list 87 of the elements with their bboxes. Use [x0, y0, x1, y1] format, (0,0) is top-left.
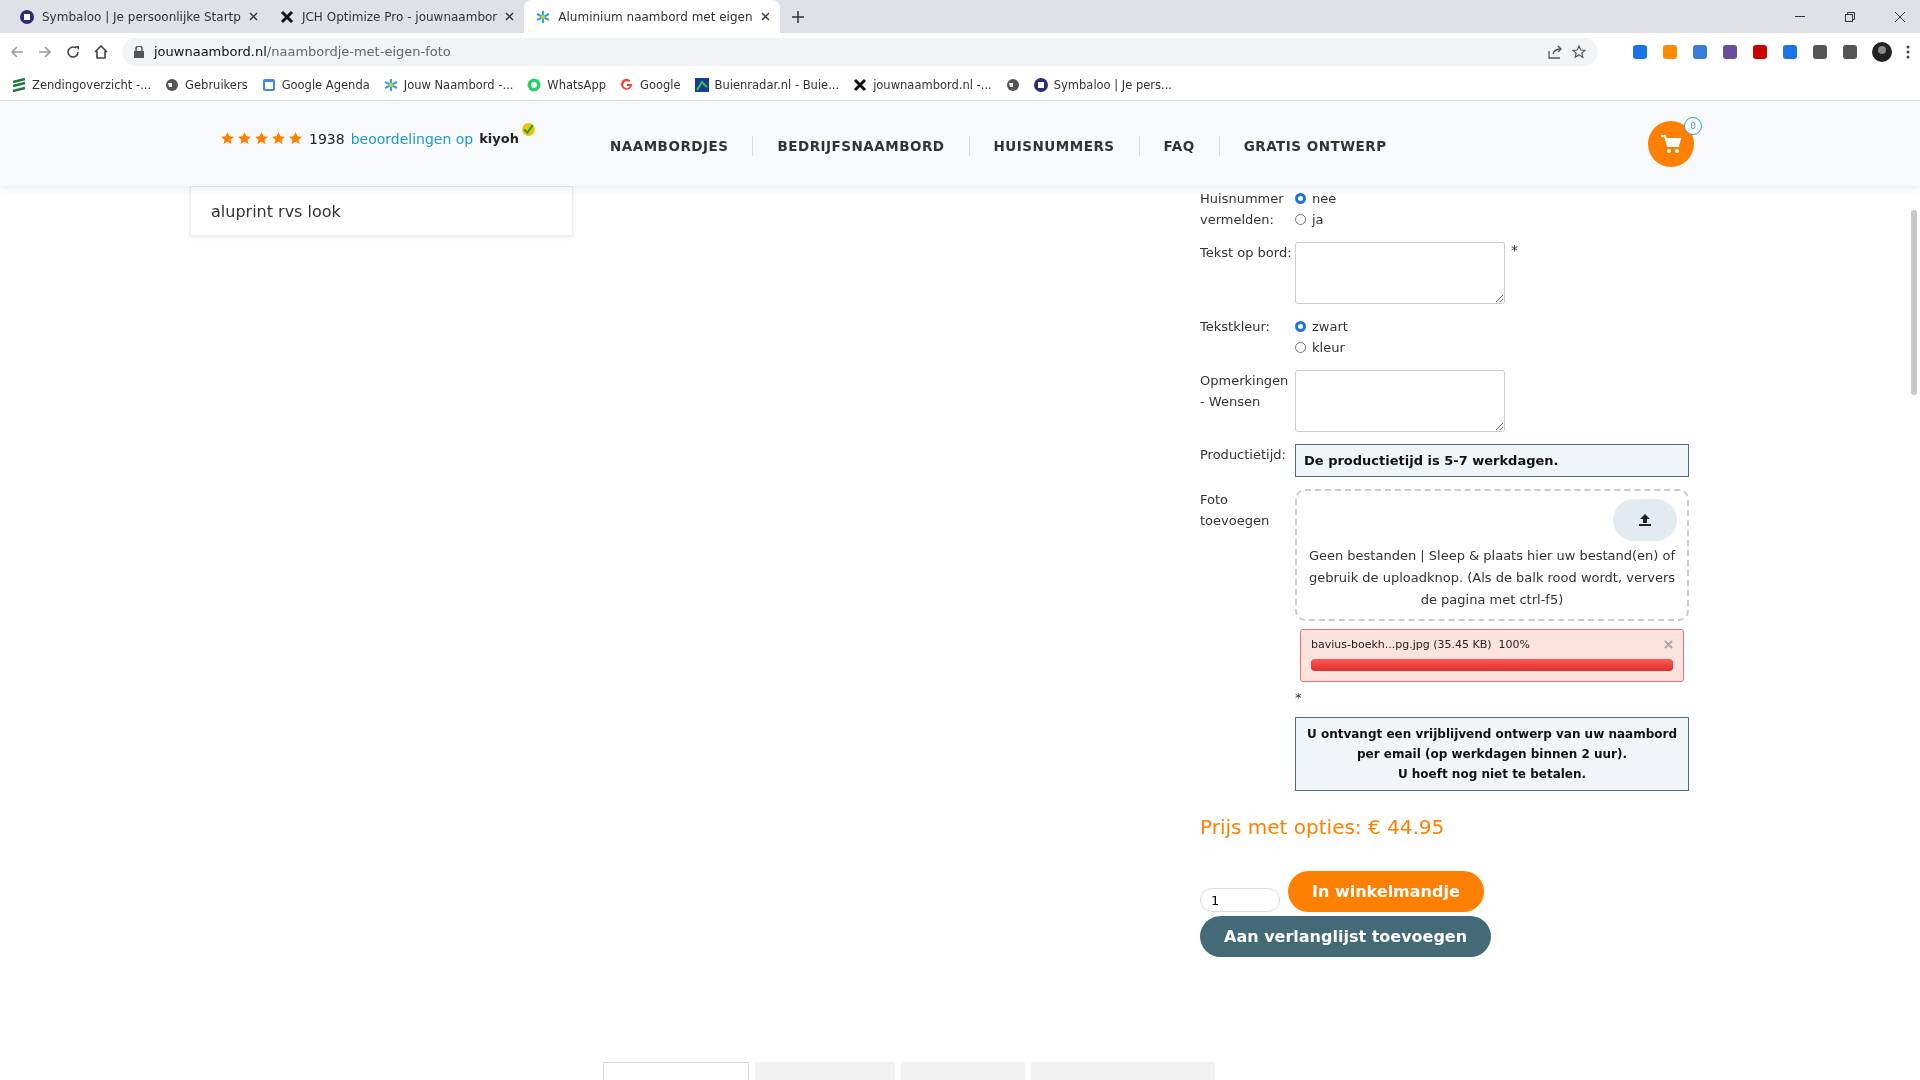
grid-icon	[20, 9, 34, 24]
upload-icon	[1638, 513, 1652, 527]
notice-box: U ontvangt een vrijblijvend ontwerp van uw naambord per email (op werkdagen binnen 2 uur). U hoeft nog niet te betalen.	[1295, 717, 1689, 791]
bookmark[interactable]: Zendingoverzicht -...	[12, 78, 152, 92]
star-icon	[288, 131, 303, 146]
avatar-icon[interactable]	[1872, 41, 1892, 62]
browser-tab[interactable]: JCH Optimize Pro - jouwnaambor	[267, 0, 525, 33]
new-tab-icon[interactable]	[791, 11, 804, 23]
home-icon[interactable]	[94, 44, 108, 59]
browser-tab[interactable]: Aluminium naambord met eigen	[524, 0, 780, 33]
star-icon[interactable]	[1572, 44, 1586, 59]
cart-icon	[1660, 133, 1682, 154]
bookmark[interactable]: Jouw Naambord -...	[383, 78, 514, 92]
forward-icon[interactable]	[38, 44, 52, 59]
share-icon[interactable]	[1548, 44, 1562, 59]
file-name: bavius-boekh...pg.jpg (35.45 KB) 100%	[1311, 638, 1531, 651]
upload-hint: Geen bestanden | Sleep & plaats hier uw bestand(en) of gebruik de uploadknop. (Als de balk rood wordt, ververs de pagina met ctrl-f5)	[1307, 547, 1677, 609]
extension-icon[interactable]	[1782, 43, 1798, 60]
radio-option[interactable]: nee	[1295, 188, 1337, 209]
nav-link[interactable]: GRATIS ONTWERP	[1218, 135, 1411, 156]
nav-link[interactable]: BEDRIJFSNAAMBORD	[752, 135, 969, 156]
g-logo-icon	[620, 78, 635, 92]
star-icon	[220, 131, 235, 146]
calendar-icon	[261, 78, 276, 92]
back-icon[interactable]	[10, 44, 24, 59]
info-box: De productietijd is 5-7 werkdagen.	[1295, 444, 1689, 477]
radio-option[interactable]: zwart	[1295, 316, 1348, 337]
field-label: Opmerkingen - Wensen	[1200, 372, 1290, 411]
lock-icon	[134, 45, 144, 58]
bookmark[interactable]: Gebruikers	[165, 78, 248, 92]
cross-logo-icon	[279, 9, 294, 24]
cross-logo-icon	[853, 78, 868, 92]
url-text: jouwnaambord.nl/naambordje-met-eigen-foto	[154, 44, 451, 59]
field-label: Tekst op bord:	[1200, 244, 1293, 262]
star-icon	[271, 131, 286, 146]
extension-icon[interactable]	[1812, 43, 1828, 60]
sidebar-item[interactable]: aluprint rvs look	[190, 186, 573, 236]
star-logo-icon	[383, 78, 398, 92]
upload-button[interactable]	[1613, 499, 1677, 541]
star-icon	[254, 131, 269, 146]
minimize-icon[interactable]	[1795, 16, 1805, 18]
bookmark[interactable]: jouwnaambord.nl -...	[853, 78, 992, 92]
bookmark[interactable]: Buienradar.nl - Buie...	[694, 78, 840, 92]
cart-count-badge: 0	[1684, 116, 1702, 135]
menu-icon[interactable]	[1906, 44, 1910, 59]
stripes-icon	[12, 78, 26, 92]
radio-option[interactable]: kleur	[1295, 337, 1348, 358]
radio-option[interactable]: ja	[1295, 209, 1337, 230]
restore-icon[interactable]	[1845, 12, 1855, 22]
star-logo-icon	[536, 9, 551, 24]
star-icon	[237, 131, 252, 146]
required-mark: *	[1295, 690, 1303, 705]
check-badge-icon	[521, 122, 536, 137]
quantity-field[interactable]: 1	[1200, 888, 1280, 912]
wishlist-button[interactable]: Aan verlanglijst toevoegen	[1200, 916, 1492, 957]
address-bar[interactable]: jouwnaambord.nl/naambordje-met-eigen-foto	[122, 37, 1598, 66]
field-label: Foto toevoegen	[1200, 491, 1271, 530]
nav-link[interactable]: FAQ	[1138, 135, 1219, 156]
extension-icon[interactable]	[1632, 43, 1648, 60]
reload-icon[interactable]	[66, 44, 80, 59]
radar-icon	[694, 78, 709, 92]
extension-icon[interactable]	[1722, 43, 1738, 60]
close-icon[interactable]	[248, 12, 258, 21]
close-icon[interactable]	[505, 12, 515, 21]
review-count: 1938	[309, 130, 345, 147]
browser-tab[interactable]: Symbaloo | Je persoonlijke Startp	[8, 0, 268, 33]
nav-link[interactable]: NAAMBORDJES	[586, 135, 753, 156]
cart-button[interactable]	[1648, 120, 1694, 167]
close-icon[interactable]	[1895, 12, 1905, 22]
extension-icon[interactable]	[1842, 43, 1858, 60]
nav-link[interactable]: HUISNUMMERS	[968, 135, 1139, 156]
close-icon[interactable]	[760, 12, 770, 21]
bookmark[interactable]: WhatsApp	[527, 78, 607, 92]
grid-icon	[1033, 78, 1048, 92]
field-label: Productietijd:	[1200, 446, 1287, 464]
field-label: Huisnummer vermelden:	[1200, 190, 1285, 229]
price-text: Prijs met opties: € 44.95	[1200, 815, 1446, 839]
bookmark[interactable]: Google	[620, 78, 681, 92]
field-label: Tekstkleur:	[1200, 318, 1271, 336]
required-mark: *	[1511, 242, 1518, 260]
bookmark[interactable]: Google Agenda	[261, 78, 370, 92]
chat-icon	[527, 78, 542, 92]
upload-dropzone[interactable]: Geen bestanden | Sleep & plaats hier uw bestand(en) of gebruik de uploadknop. (Als de balk rood wordt, ververs de pagina met ctrl-f5)	[1295, 489, 1689, 621]
brand-text: kiyoh	[479, 131, 519, 146]
extension-icon[interactable]	[1692, 43, 1708, 60]
extension-icon[interactable]	[1752, 43, 1768, 60]
bookmark[interactable]: Symbaloo | Je pers...	[1033, 78, 1173, 92]
